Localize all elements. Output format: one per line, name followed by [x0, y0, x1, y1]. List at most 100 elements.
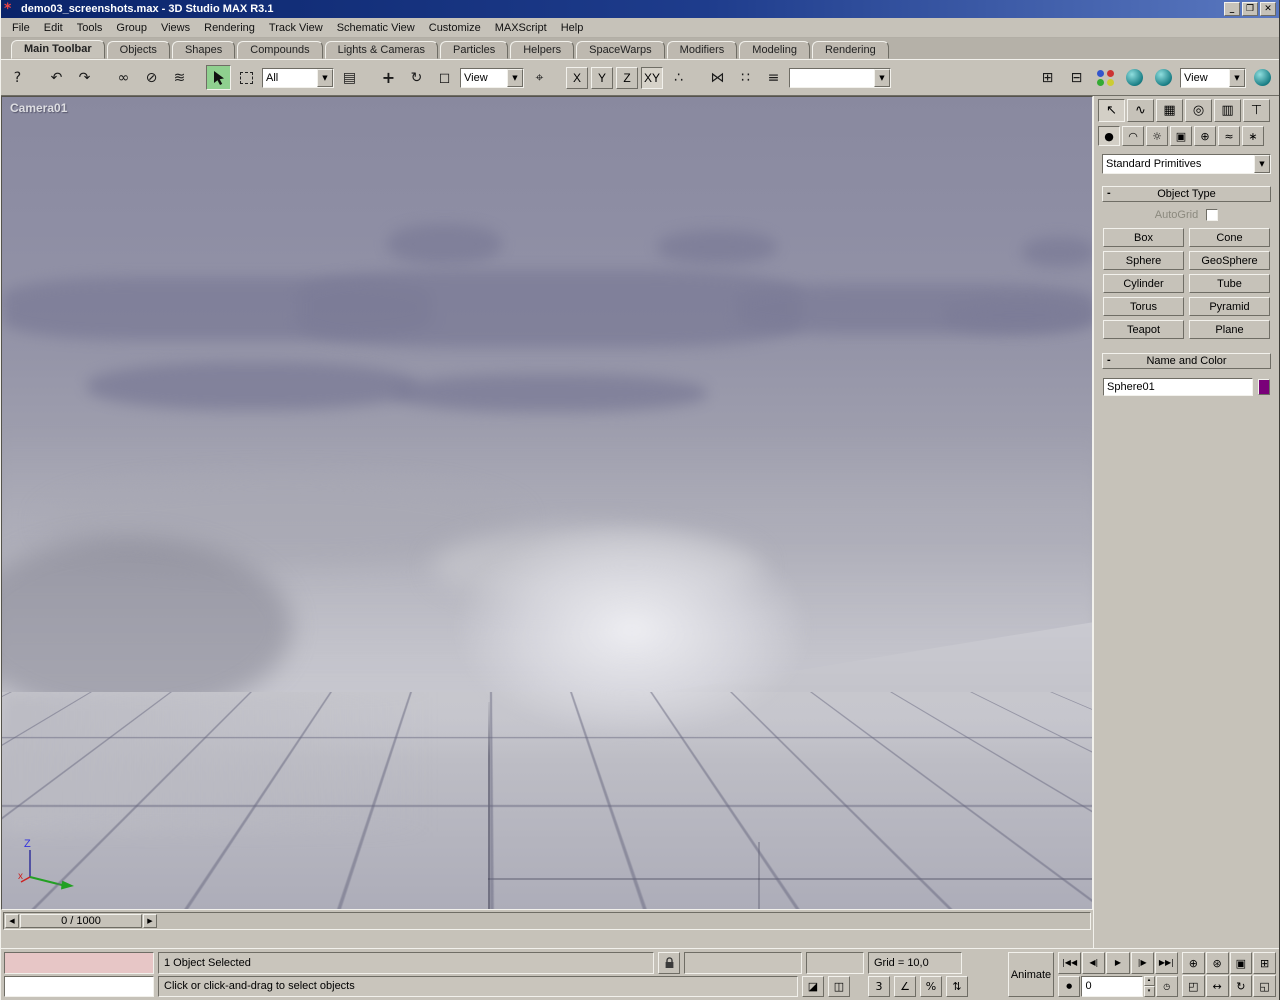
min-max-toggle-icon[interactable]: ◱	[1253, 975, 1276, 997]
zoom-all-icon[interactable]: ⊛	[1206, 952, 1229, 974]
object-type-button-tube[interactable]: Tube	[1189, 274, 1270, 293]
render-last-icon[interactable]	[1250, 65, 1275, 90]
motion-tab[interactable]: ◎	[1185, 99, 1212, 122]
menu-schematic-view[interactable]: Schematic View	[330, 19, 422, 37]
create-tab[interactable]: ↖	[1098, 99, 1125, 122]
select-object-icon[interactable]	[206, 65, 231, 90]
cameras-category-icon[interactable]: ▣	[1170, 126, 1192, 146]
pan-icon[interactable]: ↔	[1206, 975, 1229, 997]
camera-viewport[interactable]: Camera01 Z x	[1, 96, 1093, 910]
menu-track-view[interactable]: Track View	[262, 19, 330, 37]
mini-listener-script-line[interactable]	[4, 976, 154, 998]
object-type-button-torus[interactable]: Torus	[1103, 297, 1184, 316]
object-type-button-pyramid[interactable]: Pyramid	[1189, 297, 1270, 316]
spinner-up-icon[interactable]: ▴	[1144, 976, 1155, 987]
region-zoom-icon[interactable]: ◰	[1182, 975, 1205, 997]
object-type-button-cylinder[interactable]: Cylinder	[1103, 274, 1184, 293]
chevron-down-icon[interactable]: ▼	[874, 69, 890, 87]
time-slider-left-arrow[interactable]: ◀	[5, 914, 19, 928]
time-slider-track[interactable]: ◀ 0 / 1000 ▶	[3, 912, 1091, 930]
menu-edit[interactable]: Edit	[37, 19, 70, 37]
select-and-move-icon[interactable]: +	[376, 65, 401, 90]
tab-spacewarps[interactable]: SpaceWarps	[576, 41, 665, 59]
align-icon[interactable]: ≡	[761, 65, 786, 90]
restrict-y-button[interactable]: Y	[591, 67, 613, 89]
hierarchy-tab[interactable]: ▦	[1156, 99, 1183, 122]
render-scene-icon[interactable]	[1122, 65, 1147, 90]
tab-lights-cameras[interactable]: Lights & Cameras	[325, 41, 438, 59]
menu-maxscript[interactable]: MAXScript	[488, 19, 554, 37]
angle-snap-icon[interactable]: ∠	[894, 976, 916, 998]
time-configuration-button[interactable]: ◷	[1156, 976, 1178, 998]
tab-modeling[interactable]: Modeling	[739, 41, 810, 59]
lights-category-icon[interactable]: ☼	[1146, 126, 1168, 146]
select-and-link-icon[interactable]: ∞	[111, 65, 136, 90]
bind-to-spacewarp-icon[interactable]: ≋	[167, 65, 192, 90]
viewport-label[interactable]: Camera01	[10, 101, 67, 115]
chevron-down-icon[interactable]: ▼	[317, 69, 333, 87]
zoom-extents-all-icon[interactable]: ⊞	[1253, 952, 1276, 974]
selection-filter-dropdown[interactable]: All ▼	[262, 68, 334, 88]
tab-modifiers[interactable]: Modifiers	[667, 41, 738, 59]
crossing-selection-toggle-icon[interactable]: ◫	[828, 976, 850, 998]
restrict-x-button[interactable]: X	[566, 67, 588, 89]
redo-icon[interactable]: ↷	[72, 65, 97, 90]
object-type-button-teapot[interactable]: Teapot	[1103, 320, 1184, 339]
time-slider-thumb[interactable]: 0 / 1000	[20, 914, 142, 928]
tab-shapes[interactable]: Shapes	[172, 41, 235, 59]
tab-main-toolbar[interactable]: Main Toolbar	[11, 40, 105, 59]
helpers-category-icon[interactable]: ⊕	[1194, 126, 1216, 146]
zoom-extents-icon[interactable]: ▣	[1230, 952, 1253, 974]
chevron-down-icon[interactable]: ▼	[507, 69, 523, 87]
spinner-snap-icon[interactable]: ⇅	[946, 976, 968, 998]
menu-tools[interactable]: Tools	[70, 19, 110, 37]
object-type-rollout-header[interactable]: - Object Type	[1102, 186, 1271, 202]
goto-end-button[interactable]: ▶▶|	[1155, 952, 1178, 974]
minimize-button[interactable]: _	[1224, 2, 1240, 16]
object-category-dropdown[interactable]: Standard Primitives ▼	[1102, 154, 1271, 174]
object-type-button-geosphere[interactable]: GeoSphere	[1189, 251, 1270, 270]
tab-objects[interactable]: Objects	[107, 41, 170, 59]
undo-icon[interactable]: ↶	[44, 65, 69, 90]
rectangular-selection-region-icon[interactable]	[234, 65, 259, 90]
select-and-scale-icon[interactable]: ◻	[432, 65, 457, 90]
help-mode-icon[interactable]: ?	[5, 65, 30, 90]
tab-particles[interactable]: Particles	[440, 41, 508, 59]
utilities-tab[interactable]: ⊤	[1243, 99, 1270, 122]
tab-rendering[interactable]: Rendering	[812, 41, 889, 59]
object-type-button-plane[interactable]: Plane	[1189, 320, 1270, 339]
autogrid-checkbox[interactable]	[1206, 209, 1218, 221]
menu-file[interactable]: File	[5, 19, 37, 37]
tab-compounds[interactable]: Compounds	[237, 41, 322, 59]
time-slider-right-arrow[interactable]: ▶	[143, 914, 157, 928]
named-selection-sets-dropdown[interactable]: ▼	[789, 68, 891, 88]
object-type-button-box[interactable]: Box	[1103, 228, 1184, 247]
array-icon[interactable]: ∷	[733, 65, 758, 90]
snap-toggle-3d-icon[interactable]: 3	[868, 976, 890, 998]
goto-start-button[interactable]: |◀◀	[1058, 952, 1081, 974]
systems-category-icon[interactable]: ∗	[1242, 126, 1264, 146]
object-type-button-cone[interactable]: Cone	[1189, 228, 1270, 247]
ik-toggle-icon[interactable]: ∴	[666, 65, 691, 90]
current-frame-field[interactable]: 0	[1081, 976, 1142, 998]
geometry-category-icon[interactable]: ●	[1098, 126, 1120, 146]
degradation-override-icon[interactable]: ◪	[802, 976, 824, 998]
object-color-swatch[interactable]	[1258, 379, 1270, 395]
animate-button[interactable]: Animate	[1008, 952, 1054, 997]
arc-rotate-icon[interactable]: ↻	[1230, 975, 1253, 997]
selection-lock-toggle[interactable]	[658, 952, 680, 974]
menu-customize[interactable]: Customize	[422, 19, 488, 37]
mirror-icon[interactable]: ⋈	[705, 65, 730, 90]
chevron-down-icon[interactable]: ▼	[1254, 155, 1270, 173]
modify-tab[interactable]: ∿	[1127, 99, 1154, 122]
shapes-category-icon[interactable]: ◠	[1122, 126, 1144, 146]
zoom-icon[interactable]: ⊕	[1182, 952, 1205, 974]
reference-coordinate-dropdown[interactable]: View ▼	[460, 68, 524, 88]
close-button[interactable]: ✕	[1260, 2, 1276, 16]
previous-frame-button[interactable]: ◀|	[1082, 952, 1105, 974]
tab-helpers[interactable]: Helpers	[510, 41, 574, 59]
spinner-down-icon[interactable]: ▾	[1144, 986, 1155, 997]
spacewarps-category-icon[interactable]: ≈	[1218, 126, 1240, 146]
play-button[interactable]: ▶	[1106, 952, 1129, 974]
quick-render-icon[interactable]	[1151, 65, 1176, 90]
